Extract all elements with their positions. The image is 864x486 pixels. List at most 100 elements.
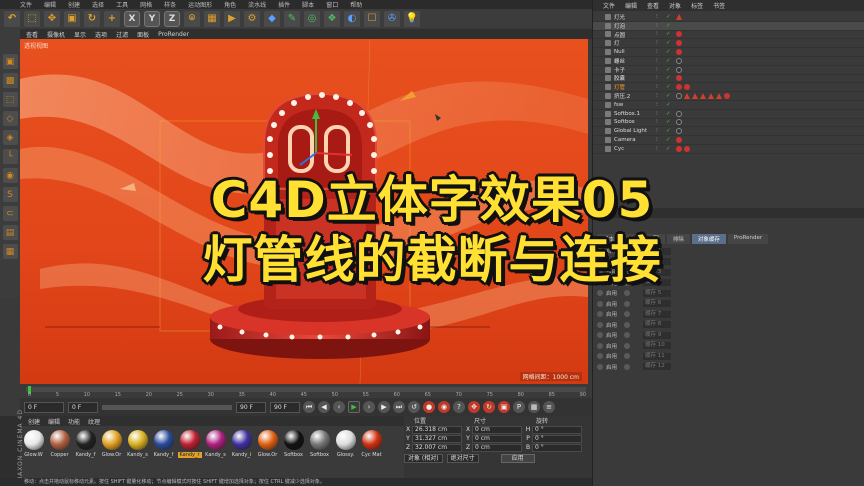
enable-checkbox[interactable] [624, 342, 630, 349]
timeline-menu-icon[interactable]: ≡ [543, 401, 555, 413]
coord-mode-select[interactable]: 对象 (相对) [404, 454, 443, 463]
visibility-dots-icon[interactable]: ⁝ [656, 75, 666, 81]
position-field[interactable]: 32.007 cm [412, 443, 462, 452]
material-menu-item[interactable]: 纹理 [88, 417, 100, 426]
undo-icon[interactable]: ↶ [4, 10, 20, 27]
enabled-check-icon[interactable]: ✓ [666, 58, 676, 64]
range-slider[interactable] [102, 404, 232, 410]
x-axis-button[interactable]: X [124, 10, 140, 27]
menu-item[interactable]: 插件 [278, 0, 290, 9]
object-row[interactable]: 灯光 ⁝ ✓ [593, 13, 864, 22]
visibility-dots-icon[interactable]: ⁝ [656, 67, 666, 73]
enabled-check-icon[interactable]: ✓ [666, 128, 676, 134]
cloner-icon[interactable]: ❖ [324, 10, 340, 27]
material-tag-icon[interactable] [676, 31, 682, 38]
go-end-icon[interactable]: ⏭ [393, 401, 405, 413]
object-name[interactable]: 螺丝 [614, 57, 656, 65]
object-name[interactable]: Global Light [614, 128, 656, 134]
viewport-menu-item[interactable]: 摄像机 [47, 30, 65, 39]
autokey-icon[interactable]: ◉ [438, 401, 450, 413]
param-key-icon[interactable]: P [513, 401, 525, 413]
material-swatch[interactable]: Kandy_f [152, 430, 175, 458]
object-menu-item[interactable]: 标签 [691, 1, 703, 10]
material-swatch[interactable]: Kandy_f [74, 430, 97, 458]
preview-end-field[interactable]: 90 F [270, 401, 300, 413]
scale-icon[interactable]: ▣ [64, 10, 80, 27]
render-region-icon[interactable]: ▦ [204, 10, 220, 27]
visibility-dots-icon[interactable]: ⁝ [656, 84, 666, 90]
go-start-icon[interactable]: ⏮ [303, 401, 315, 413]
enable-checkbox[interactable] [624, 321, 630, 328]
attribute-value[interactable]: 缓存 6 [643, 300, 671, 308]
material-tag-icon[interactable] [676, 40, 682, 47]
animate-toggle-icon[interactable] [597, 342, 603, 349]
object-name[interactable]: Softbox.1 [614, 111, 656, 117]
material-tag-icon[interactable] [676, 128, 682, 135]
enabled-check-icon[interactable]: ✓ [666, 67, 676, 73]
size-field[interactable]: 0 cm [472, 425, 522, 434]
rotate-icon[interactable]: ↻ [84, 10, 100, 27]
edges-mode-icon[interactable]: ◇ [2, 111, 18, 126]
menu-item[interactable]: 编辑 [44, 0, 56, 9]
menu-item[interactable]: 创建 [68, 0, 80, 9]
prev-frame-icon[interactable]: ‹ [333, 401, 345, 413]
enabled-check-icon[interactable]: ✓ [666, 23, 676, 29]
menu-item[interactable]: 脚本 [302, 0, 314, 9]
timeline[interactable]: 0 5 10 15 20 25 30 35 40 45 50 55 60 65 70 75 80 85 90 [20, 384, 592, 398]
material-swatch[interactable]: Glow.W [22, 430, 45, 458]
visibility-dots-icon[interactable]: ⁝ [656, 119, 666, 125]
make-editable-icon[interactable]: ▣ [2, 54, 18, 69]
enabled-check-icon[interactable]: ✓ [666, 102, 676, 108]
next-frame-icon[interactable]: › [363, 401, 375, 413]
viewport-menu-item[interactable]: ProRender [158, 31, 189, 38]
object-row[interactable]: Softbox.1 ⁝ ✓ [593, 110, 864, 119]
visibility-dots-icon[interactable]: ⁝ [656, 31, 666, 37]
object-row[interactable]: 螺丝 ⁝ ✓ [593, 57, 864, 66]
object-row[interactable]: Null ⁝ ✓ [593, 48, 864, 57]
material-swatch[interactable]: Softbox [308, 430, 331, 458]
y-axis-button[interactable]: Y [144, 10, 160, 27]
viewport-menu-item[interactable]: 选项 [95, 30, 107, 39]
loop-icon[interactable]: ↺ [408, 401, 420, 413]
attribute-value[interactable]: 缓存 7 [643, 310, 671, 318]
object-row[interactable]: 卡子 ⁝ ✓ [593, 66, 864, 75]
material-tag-icon[interactable] [708, 93, 714, 100]
enabled-check-icon[interactable]: ✓ [666, 40, 676, 46]
material-tag-icon[interactable] [684, 145, 690, 152]
material-swatch[interactable]: Glow.Or [256, 430, 279, 458]
visibility-dots-icon[interactable]: ⁝ [656, 146, 666, 152]
animate-toggle-icon[interactable] [597, 353, 603, 360]
object-name[interactable]: 灯泡 [614, 22, 656, 30]
material-tag-icon[interactable] [676, 13, 682, 20]
object-row[interactable]: 胶囊 ⁝ ✓ [593, 75, 864, 84]
object-name[interactable]: 挤压.2 [614, 92, 656, 100]
keyframe-selection-icon[interactable]: ? [453, 401, 465, 413]
cube-icon[interactable]: ◆ [264, 10, 280, 27]
enabled-check-icon[interactable]: ✓ [666, 93, 676, 99]
rotation-field[interactable]: 0 ° [532, 443, 582, 452]
viewport-menu-item[interactable]: 显示 [74, 30, 86, 39]
attribute-value[interactable]: 缓存 9 [643, 331, 671, 339]
menu-item[interactable]: 运动图形 [188, 0, 212, 9]
axis-mode-icon[interactable]: └ [2, 149, 18, 164]
material-swatch[interactable]: Kandy_s [204, 430, 227, 458]
material-swatch[interactable]: Cyc Mat [360, 430, 383, 458]
attribute-value[interactable]: 缓存 12 [643, 363, 671, 371]
animate-toggle-icon[interactable] [597, 363, 603, 370]
material-swatch[interactable]: Softbox [282, 430, 305, 458]
enable-checkbox[interactable] [624, 353, 630, 360]
object-name[interactable]: Softbox [614, 119, 656, 125]
animate-toggle-icon[interactable] [597, 290, 603, 297]
visibility-dots-icon[interactable]: ⁝ [656, 102, 666, 108]
enabled-check-icon[interactable]: ✓ [666, 14, 676, 20]
enable-checkbox[interactable] [624, 363, 630, 370]
object-menu-item[interactable]: 书签 [713, 1, 725, 10]
menu-item[interactable]: 帮助 [350, 0, 362, 9]
apply-button[interactable]: 应用 [500, 454, 535, 463]
menu-item[interactable]: 流水线 [248, 0, 266, 9]
object-name[interactable]: Null [614, 49, 656, 55]
material-swatch[interactable]: Kandy_i [230, 430, 253, 458]
material-tag-icon[interactable] [676, 75, 682, 82]
checker-icon[interactable]: ▩ [2, 73, 18, 88]
object-row[interactable]: 灯 ⁝ ✓ [593, 39, 864, 49]
